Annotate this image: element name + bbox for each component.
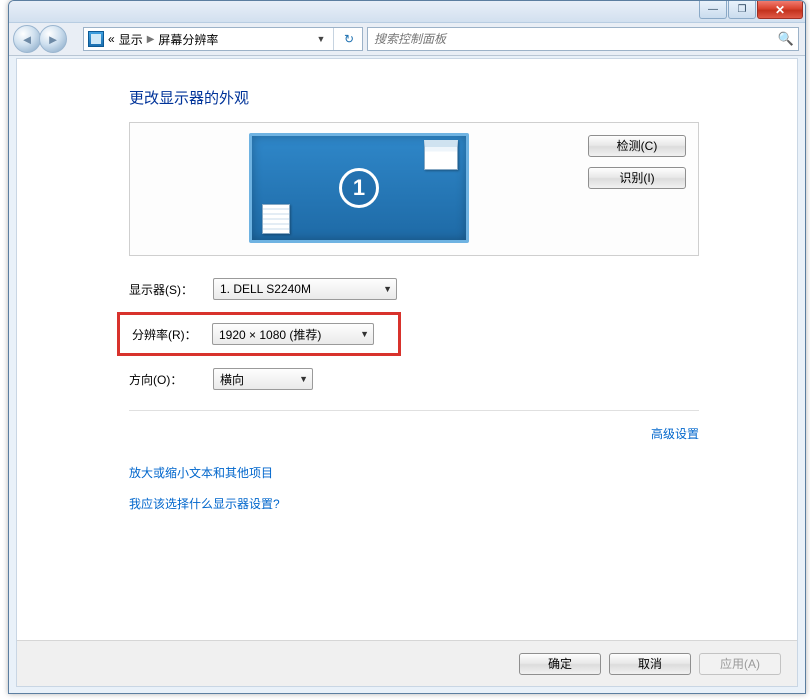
divider xyxy=(333,28,334,50)
display-label: 显示器(S)： xyxy=(129,281,213,298)
monitor-thumbnail[interactable]: 1 xyxy=(249,133,469,243)
apply-button[interactable]: 应用(A) xyxy=(699,653,781,675)
content: 更改显示器的外观 1 检测(C) 识别(I) 显示器( xyxy=(17,59,797,512)
orientation-value: 横向 xyxy=(220,371,244,388)
resolution-value: 1920 × 1080 (推荐) xyxy=(219,326,321,343)
ok-button[interactable]: 确定 xyxy=(519,653,601,675)
chevron-down-icon: ▼ xyxy=(360,329,369,339)
resolution-highlight: 分辨率(R)： 1920 × 1080 (推荐) ▼ xyxy=(117,312,401,356)
breadcrumb-resolution[interactable]: 屏幕分辨率 xyxy=(158,31,218,48)
which-settings-link[interactable]: 我应该选择什么显示器设置? xyxy=(129,495,797,512)
chevron-down-icon: ▼ xyxy=(299,374,308,384)
minimize-icon: — xyxy=(708,4,718,15)
display-value: 1. DELL S2240M xyxy=(220,282,311,296)
orientation-dropdown[interactable]: 横向 ▼ xyxy=(213,368,313,390)
nav-back-forward: ◄ ► xyxy=(13,24,79,54)
address-bar[interactable]: « 显示 ▶ 屏幕分辨率 ▼ ↻ xyxy=(83,27,363,51)
close-button[interactable]: ✕ xyxy=(757,1,803,19)
client-area: 更改显示器的外观 1 检测(C) 识别(I) 显示器( xyxy=(16,58,798,687)
nav-back-button[interactable]: ◄ xyxy=(13,25,41,53)
minimize-button[interactable]: — xyxy=(699,1,727,19)
help-links: 放大或缩小文本和其他项目 我应该选择什么显示器设置? xyxy=(129,464,797,512)
orientation-label: 方向(O)： xyxy=(129,371,213,388)
orientation-row: 方向(O)： 横向 ▼ xyxy=(129,368,797,390)
nav-forward-button[interactable]: ► xyxy=(39,25,67,53)
dialog-button-bar: 确定 取消 应用(A) xyxy=(17,640,797,686)
resolution-label: 分辨率(R)： xyxy=(132,326,212,343)
resolution-dropdown[interactable]: 1920 × 1080 (推荐) ▼ xyxy=(212,323,374,345)
display-dropdown[interactable]: 1. DELL S2240M ▼ xyxy=(213,278,397,300)
refresh-button[interactable]: ↻ xyxy=(338,28,360,50)
cancel-button[interactable]: 取消 xyxy=(609,653,691,675)
mini-window-icon xyxy=(424,140,458,170)
resolution-row: 分辨率(R)： 1920 × 1080 (推荐) ▼ xyxy=(129,312,797,356)
display-preview[interactable]: 1 xyxy=(142,133,576,243)
titlebar: — ❐ ✕ xyxy=(9,1,805,23)
breadcrumb-display[interactable]: 显示 xyxy=(119,31,143,48)
text-size-link[interactable]: 放大或缩小文本和其他项目 xyxy=(129,464,797,481)
nav-row: ◄ ► « 显示 ▶ 屏幕分辨率 ▼ ↻ 🔍 xyxy=(9,23,805,56)
page-title: 更改显示器的外观 xyxy=(129,87,797,108)
monitor-number-badge: 1 xyxy=(339,168,379,208)
close-icon: ✕ xyxy=(775,3,785,17)
search-input[interactable] xyxy=(372,31,778,47)
advanced-row: 高级设置 xyxy=(129,410,699,442)
chevron-down-icon: ▼ xyxy=(383,284,392,294)
search-icon: 🔍 xyxy=(778,31,794,47)
identify-button[interactable]: 识别(I) xyxy=(588,167,686,189)
control-panel-window: — ❐ ✕ ◄ ► « 显示 ▶ 屏幕分辨率 ▼ ↻ 🔍 xyxy=(8,0,806,694)
control-panel-icon xyxy=(88,31,104,47)
display-preview-frame: 1 检测(C) 识别(I) xyxy=(129,122,699,256)
maximize-button[interactable]: ❐ xyxy=(728,1,756,19)
maximize-icon: ❐ xyxy=(738,4,747,15)
display-row: 显示器(S)： 1. DELL S2240M ▼ xyxy=(129,278,797,300)
address-history-dropdown[interactable]: ▼ xyxy=(313,34,329,44)
breadcrumb: « 显示 ▶ 屏幕分辨率 xyxy=(108,31,309,48)
detect-button[interactable]: 检测(C) xyxy=(588,135,686,157)
preview-side-buttons: 检测(C) 识别(I) xyxy=(588,133,686,189)
search-box[interactable]: 🔍 xyxy=(367,27,799,51)
breadcrumb-prefix: « xyxy=(108,32,115,46)
mini-window-icon xyxy=(262,204,290,234)
advanced-settings-link[interactable]: 高级设置 xyxy=(651,427,699,441)
chevron-right-icon: ▶ xyxy=(147,34,155,45)
settings-form: 显示器(S)： 1. DELL S2240M ▼ 分辨率(R)： 1920 × … xyxy=(129,278,797,390)
